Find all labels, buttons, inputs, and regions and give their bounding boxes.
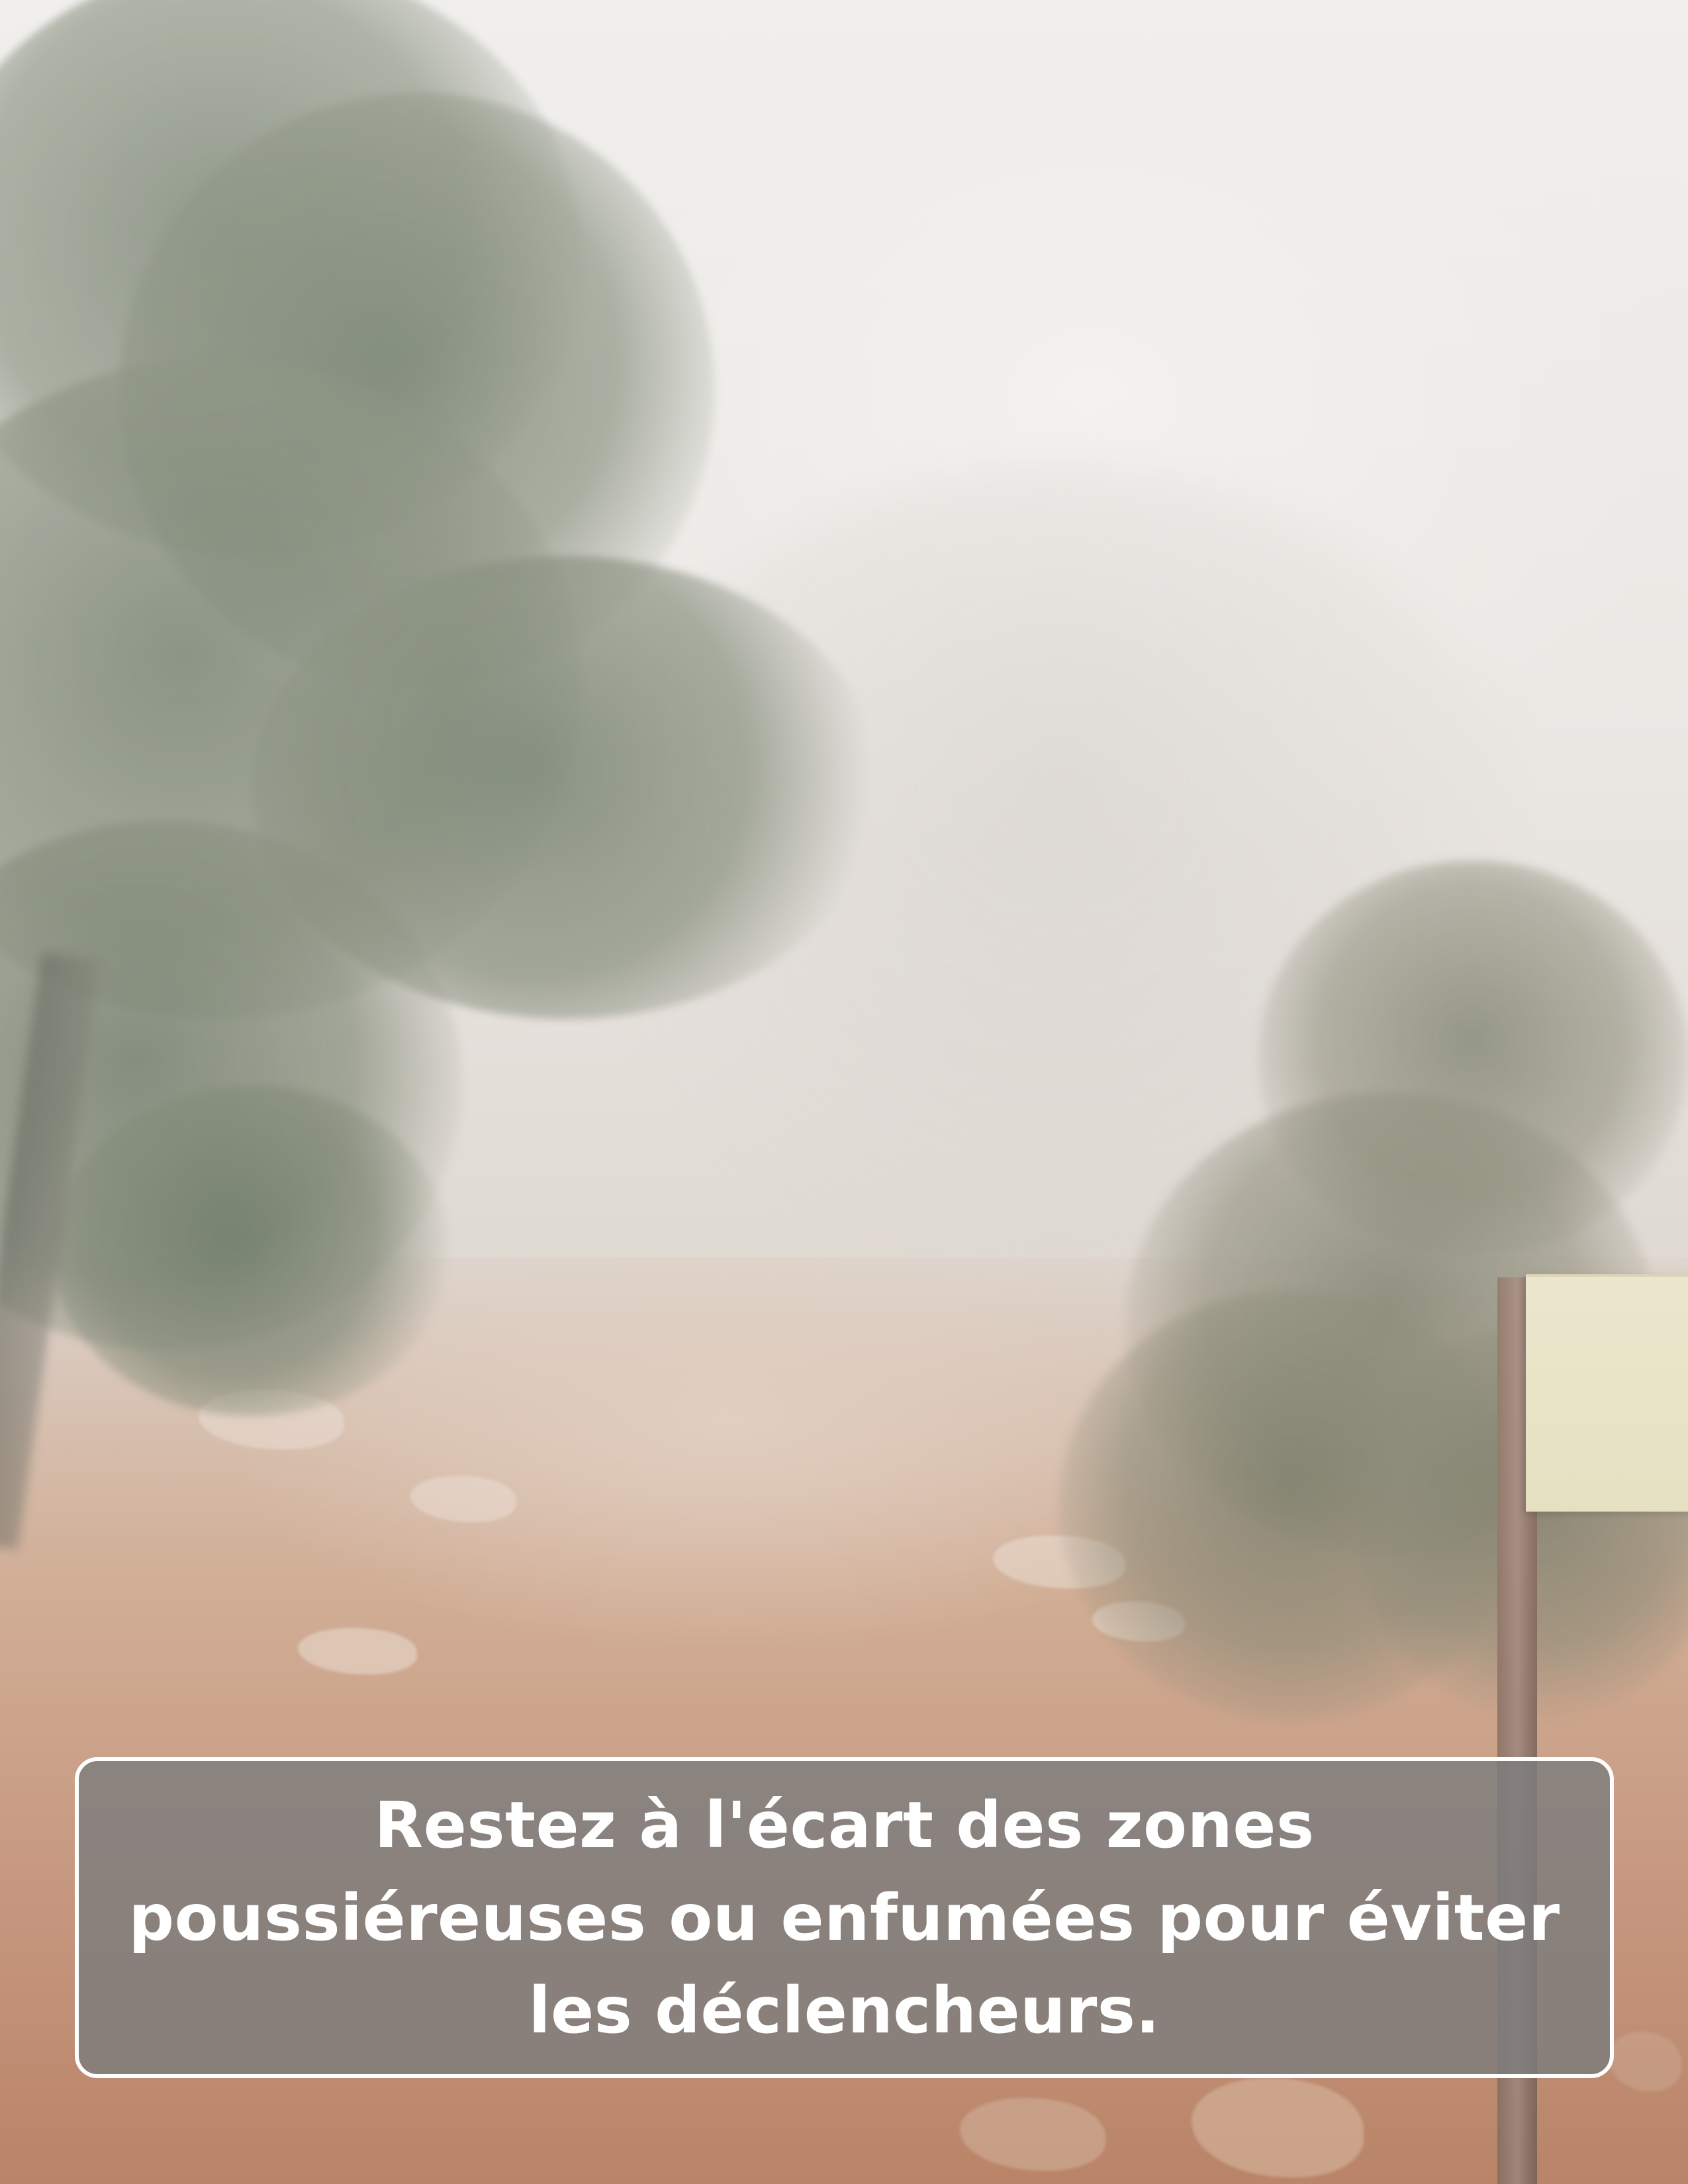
caption-box: Restez à l'écart des zones poussiéreuses… [75,1757,1614,2078]
foggy-trail-photo: Restez à l'écart des zones poussiéreuses… [0,0,1688,2184]
caption-text: Restez à l'écart des zones poussiéreuses… [128,1788,1560,2048]
